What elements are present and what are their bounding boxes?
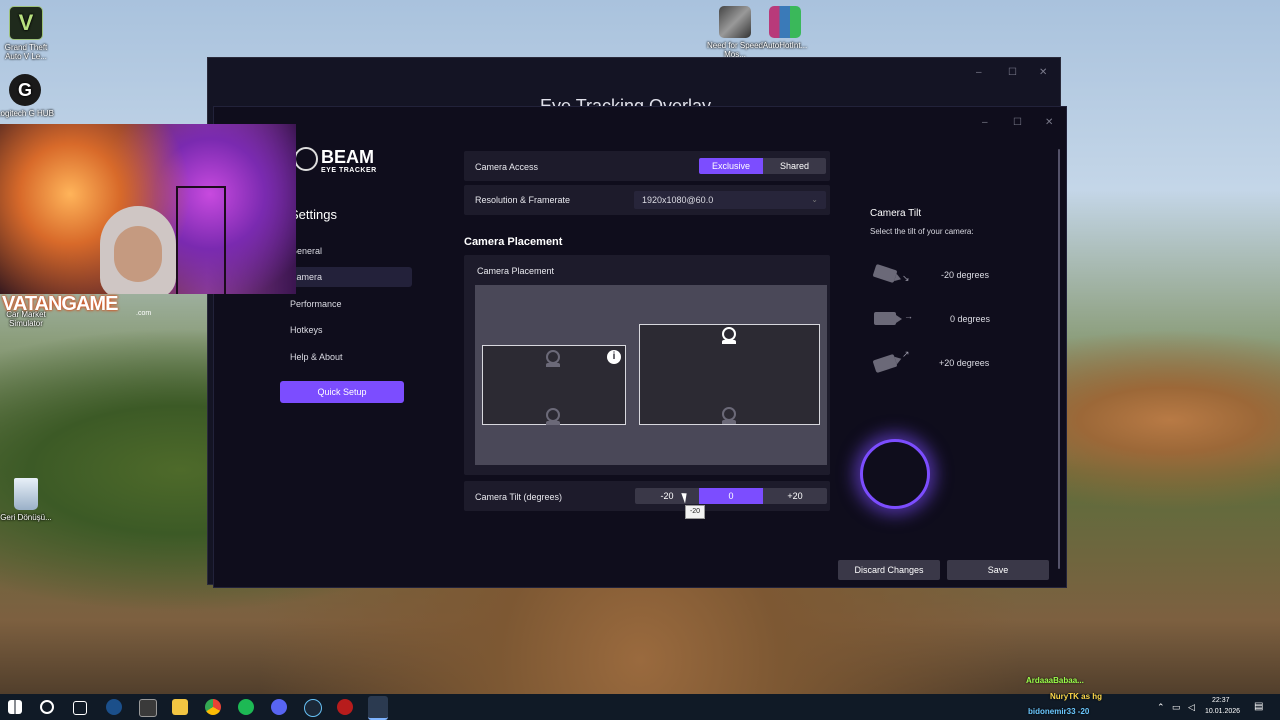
- resolution-dropdown[interactable]: 1920x1080@60.0 ⌄: [634, 191, 826, 209]
- chat-overlay-name: NuryTK as hg: [1050, 692, 1103, 701]
- network-icon[interactable]: ▭: [1172, 702, 1181, 713]
- resolution-label: Resolution & Framerate: [475, 195, 571, 205]
- tilt-option-minus20: -20 degrees: [941, 270, 990, 280]
- camera-position-icon[interactable]: [546, 408, 560, 425]
- desktop-icon-logitech[interactable]: G Logitech G HUB: [0, 74, 55, 118]
- logo-subtitle: EYE TRACKER: [321, 167, 377, 174]
- camera-position-icon[interactable]: [546, 350, 560, 367]
- clock-time[interactable]: 22:37: [1212, 697, 1230, 704]
- stream-brand-sub: .com: [136, 310, 152, 317]
- desktop-icon-gta[interactable]: V Grand Theft Auto V Le...: [0, 6, 56, 61]
- camera-tilted-down-icon: [872, 263, 898, 284]
- camera-access-label: Camera Access: [475, 162, 539, 172]
- scrollbar[interactable]: [1058, 149, 1060, 569]
- logo-title: BEAM: [321, 147, 374, 167]
- camera-access-shared[interactable]: Shared: [763, 158, 826, 174]
- resolution-value: 1920x1080@60.0: [642, 195, 714, 205]
- tilt-option-plus20: +20 degrees: [939, 358, 990, 368]
- notifications-icon[interactable]: ▤: [1254, 701, 1263, 712]
- tray-chevron-icon[interactable]: ⌃: [1157, 702, 1165, 713]
- close-button[interactable]: ✕: [1039, 67, 1047, 78]
- desktop-icon-autohot[interactable]: AutoHotInt...: [755, 6, 815, 50]
- recycle-bin-icon: [14, 478, 38, 510]
- steam-icon[interactable]: [106, 699, 122, 715]
- tilt-option-0: 0 degrees: [950, 314, 991, 324]
- camera-placement-section-title: Camera Placement: [464, 236, 563, 248]
- volume-icon[interactable]: ◁: [1188, 702, 1195, 713]
- info-icon[interactable]: i: [607, 350, 621, 364]
- logitech-icon: G: [9, 74, 41, 106]
- sidebar-item-hotkeys[interactable]: Hotkeys: [280, 320, 412, 340]
- camera-tilted-up-icon: [872, 353, 898, 374]
- sidebar-item-camera[interactable]: Camera: [280, 267, 412, 287]
- chrome-icon[interactable]: [205, 699, 221, 715]
- beam-settings-window: – ☐ ✕ BEAM EYE TRACKER Settings General …: [213, 106, 1067, 588]
- close-button[interactable]: ✕: [1045, 117, 1053, 128]
- arrow-icon: →: [904, 311, 913, 321]
- tilt-0-option[interactable]: 0: [699, 488, 763, 504]
- spotify-icon[interactable]: [238, 699, 254, 715]
- left-screen[interactable]: i: [482, 345, 626, 425]
- chat-overlay-name: bidonemir33 -20: [1028, 707, 1090, 716]
- streamer-face: [114, 226, 162, 282]
- app-icon[interactable]: [337, 699, 353, 715]
- maximize-button[interactable]: ☐: [1008, 67, 1017, 78]
- gta-icon: V: [9, 6, 43, 40]
- maximize-button[interactable]: ☐: [1013, 117, 1022, 128]
- beam-logo-icon: [294, 147, 318, 171]
- arrow-icon: ↗: [902, 349, 910, 359]
- camera-tilt-subheading: Select the tilt of your camera:: [870, 227, 974, 236]
- desktop-icon-label: Logitech G HUB: [0, 109, 54, 118]
- shelf: [176, 186, 226, 294]
- tooltip: -20: [685, 505, 705, 519]
- minimize-button[interactable]: –: [982, 117, 988, 128]
- steam-client-icon[interactable]: [304, 699, 322, 717]
- discord-icon[interactable]: [271, 699, 287, 715]
- windows-start-icon[interactable]: [8, 700, 22, 714]
- camera-position-selected-icon[interactable]: [722, 327, 736, 344]
- arrow-icon: ↘: [902, 273, 910, 283]
- desktop-icon-label: Grand Theft Auto V Le...: [4, 43, 48, 61]
- file-explorer-icon[interactable]: [172, 699, 188, 715]
- desktop-icon-label: Geri Dönüşü...: [0, 513, 52, 522]
- tilt-plus20-option[interactable]: +20: [763, 488, 827, 504]
- right-screen[interactable]: [639, 324, 820, 425]
- discard-changes-button[interactable]: Discard Changes: [838, 560, 940, 580]
- chevron-down-icon: ⌄: [811, 195, 818, 204]
- task-view-icon[interactable]: [73, 701, 87, 715]
- webcam-overlay: [0, 124, 296, 294]
- desktop-icon-recycle-bin[interactable]: Geri Dönüşü...: [0, 478, 56, 522]
- sidebar-item-performance[interactable]: Performance: [280, 294, 412, 314]
- camera-tilt-heading: Camera Tilt: [870, 208, 922, 219]
- camera-access-exclusive[interactable]: Exclusive: [699, 158, 763, 174]
- camera-tilt-label: Camera Tilt (degrees): [475, 492, 563, 502]
- clock-date[interactable]: 10.01.2026: [1205, 708, 1240, 715]
- save-button[interactable]: Save: [947, 560, 1049, 580]
- camera-level-icon: [874, 312, 902, 325]
- camera-placement-panel-title: Camera Placement: [477, 266, 555, 276]
- camera-placement-preview: i: [475, 285, 827, 465]
- search-icon[interactable]: [40, 700, 54, 714]
- winrar-icon: [769, 6, 801, 38]
- desktop-icon-label: AutoHotInt...: [762, 41, 808, 50]
- camera-position-icon[interactable]: [722, 407, 736, 424]
- settings-heading: Settings: [290, 207, 337, 222]
- stream-brand-badge: VATANGAME: [2, 293, 118, 315]
- quick-setup-button[interactable]: Quick Setup: [280, 381, 404, 403]
- sidebar-item-general[interactable]: General: [280, 241, 412, 261]
- sidebar-item-help-about[interactable]: Help & About: [280, 347, 412, 367]
- beam-taskbar-icon[interactable]: [368, 696, 388, 720]
- nfs-icon: [719, 6, 751, 38]
- calculator-icon[interactable]: [139, 699, 157, 717]
- eye-tracking-orb-icon: [860, 439, 930, 509]
- chat-overlay-name: ArdaaaBabaa...: [1026, 676, 1084, 685]
- minimize-button[interactable]: –: [976, 67, 982, 78]
